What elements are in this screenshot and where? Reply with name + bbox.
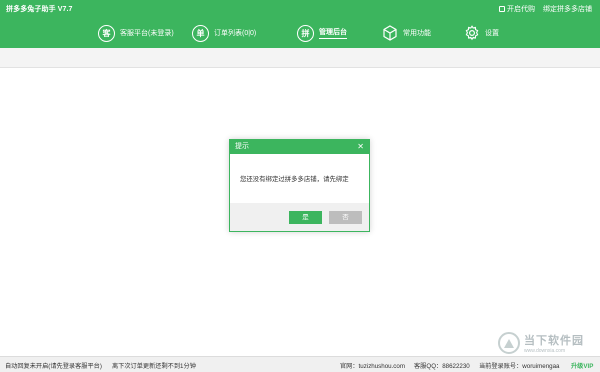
close-icon[interactable]: ✕ — [357, 140, 364, 154]
cube-icon — [383, 25, 397, 41]
nav-order-list[interactable]: 单 订单列表(0|0) — [192, 22, 256, 44]
auto-reply-status: 自动回复未开启(请先登录客服平台) — [5, 363, 102, 370]
app-window: 拼多多兔子助手 V7.7 开启代购 绑定拼多多店铺 客 客服平台(未登录) 单 … — [0, 0, 600, 372]
watermark-cn: 当下软件园 — [524, 335, 584, 347]
top-links: 开启代购 绑定拼多多店铺 — [499, 4, 592, 14]
dialog-title: 提示 — [235, 143, 249, 150]
sub-toolbar — [0, 48, 600, 68]
gear-icon — [465, 25, 479, 41]
app-title: 拼多多兔子助手 V7.7 — [6, 6, 73, 13]
header: 拼多多兔子助手 V7.7 开启代购 绑定拼多多店铺 客 客服平台(未登录) 单 … — [0, 0, 600, 48]
nav-label: 设置 — [485, 30, 499, 37]
support-qq-text: 客服QQ：88622230 — [414, 363, 470, 370]
order-icon: 单 — [192, 24, 209, 42]
status-bar: 自动回复未开启(请先登录客服平台) 离下次订单更新还剩不到1分钟 官网：tuzi… — [0, 356, 600, 372]
prompt-dialog: 提示 ✕ 您还没有绑定过拼多多店铺，请先绑定 是 否 — [229, 139, 370, 232]
nav-service-platform[interactable]: 客 客服平台(未登录) — [98, 22, 174, 44]
watermark-text: 当下软件园 www.downxia.com — [524, 332, 584, 354]
dialog-message: 您还没有绑定过拼多多店铺，请先绑定 — [240, 176, 349, 183]
watermark-en: www.downxia.com — [524, 348, 566, 354]
nav-settings[interactable]: 设置 — [464, 22, 499, 44]
nav-label: 订单列表(0|0) — [214, 30, 257, 37]
upgrade-vip-link[interactable]: 升级VIP — [571, 361, 593, 370]
bind-store-link[interactable]: 绑定拼多多店铺 — [543, 4, 592, 14]
watermark: 当下软件园 www.downxia.com — [498, 330, 598, 356]
no-button[interactable]: 否 — [329, 211, 362, 224]
admin-icon: 拼 — [297, 24, 314, 42]
yes-button[interactable]: 是 — [289, 211, 322, 224]
watermark-logo-icon — [498, 332, 520, 354]
nav-admin[interactable]: 拼 管理后台 — [297, 22, 347, 44]
current-account-text: 当前登录账号：woruimengaa — [479, 363, 560, 370]
nav-label: 客服平台(未登录) — [120, 30, 174, 37]
nav-label: 常用功能 — [403, 30, 431, 37]
nav-common-functions[interactable]: 常用功能 — [382, 22, 431, 44]
enable-purchase-link[interactable]: 开启代购 — [499, 4, 535, 14]
nav-label: 管理后台 — [319, 27, 347, 39]
website-text: 官网：tuzizhushou.com — [340, 363, 405, 370]
enable-purchase-label: 开启代购 — [507, 6, 535, 13]
dialog-body: 您还没有绑定过拼多多店铺，请先绑定 — [230, 154, 369, 203]
checkbox-icon — [499, 6, 505, 12]
main-nav: 客 客服平台(未登录) 单 订单列表(0|0) 拼 管理后台 常用功能 设置 — [0, 22, 600, 44]
bind-store-label: 绑定拼多多店铺 — [543, 6, 592, 13]
service-icon: 客 — [98, 24, 115, 42]
dialog-footer: 是 否 — [230, 203, 369, 231]
order-update-status: 离下次订单更新还剩不到1分钟 — [112, 363, 196, 370]
dialog-header: 提示 ✕ — [230, 140, 369, 154]
